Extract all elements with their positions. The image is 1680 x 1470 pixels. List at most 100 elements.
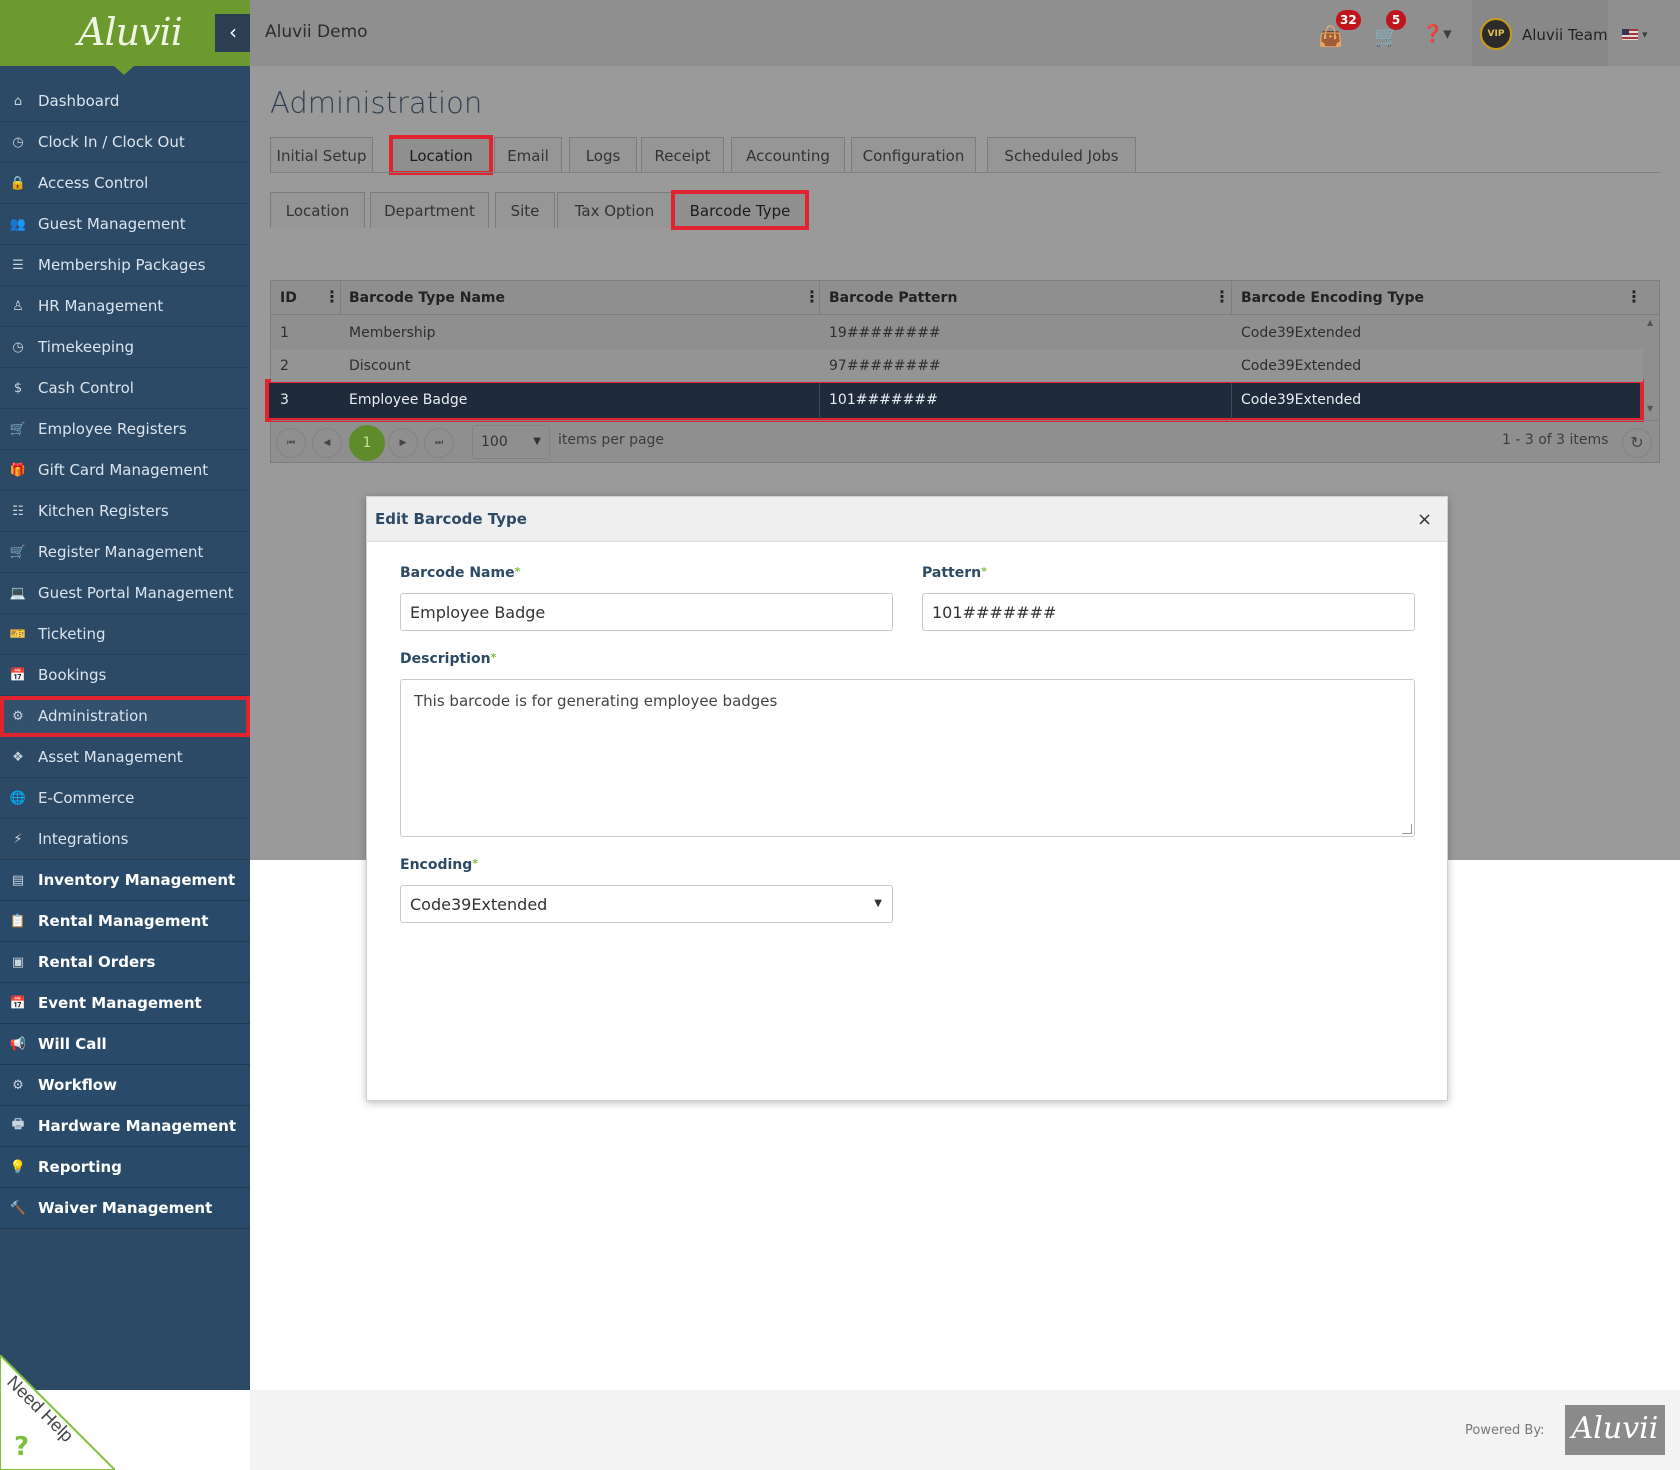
sidebar-item-timekeeping[interactable]: ◷ Timekeeping [0,327,250,368]
laptop-icon: 💻 [9,585,27,601]
column-menu-icon[interactable]: ⋮ [804,287,820,306]
sidebar-item-label: Access Control [38,174,149,192]
tab-email[interactable]: Email [494,137,562,173]
sidebar-item-reporting[interactable]: 💡 Reporting [0,1147,250,1188]
help-icon[interactable]: ❓▾ [1422,24,1452,44]
subtab-tax-option[interactable]: Tax Option [557,192,672,228]
list-ul-icon: ☷ [12,503,24,519]
gift-icon: 🎁 [9,462,27,478]
column-divider[interactable] [1231,281,1232,315]
scroll-down-icon[interactable]: ▼ [1647,404,1653,413]
sidebar-item-cash-control[interactable]: $ Cash Control [0,368,250,409]
sidebar-item-integrations[interactable]: ⚡ Integrations [0,819,250,860]
last-page-icon[interactable]: ⏭ [424,428,454,458]
sidebar-item-guest-management[interactable]: 👥 Guest Management [0,204,250,245]
table-cell[interactable]: 3 [280,385,340,415]
column-menu-icon[interactable]: ⋮ [1214,287,1230,306]
first-page-icon[interactable]: ⏮ [276,428,306,458]
column-header[interactable]: Barcode Pattern [829,284,1229,312]
sidebar-item-administration[interactable]: ⚙ Administration [0,696,250,737]
sidebar-item-event-management[interactable]: 📅 Event Management [0,983,250,1024]
modal-header: Edit Barcode Type × [367,497,1447,542]
column-divider[interactable] [340,281,341,315]
pattern-input[interactable]: 101####### [922,593,1415,631]
subtab-department[interactable]: Department [370,192,489,228]
sidebar-item-rental-orders[interactable]: ▣ Rental Orders [0,942,250,983]
sidebar-item-hardware-management[interactable]: 🖶 Hardware Management [0,1106,250,1147]
table-cell[interactable]: Code39Extended [1241,351,1621,381]
sidebar-item-hr-management[interactable]: ♙ HR Management [0,286,250,327]
sidebar-item-label: HR Management [38,297,164,315]
sidebar-item-workflow[interactable]: ⚙ Workflow [0,1065,250,1106]
us-flag-icon[interactable] [1622,29,1638,40]
table-cell[interactable]: Code39Extended [1241,318,1621,348]
table-cell[interactable]: Employee Badge [349,385,819,415]
sidebar-item-membership-packages[interactable]: ☰ Membership Packages [0,245,250,286]
sidebar-item-e-commerce[interactable]: 🌐 E-Commerce [0,778,250,819]
sidebar-item-gift-card-management[interactable]: 🎁 Gift Card Management [0,450,250,491]
column-menu-icon[interactable]: ⋮ [324,287,340,306]
table-cell[interactable]: Membership [349,318,819,348]
sidebar-item-employee-registers[interactable]: 🛒 Employee Registers [0,409,250,450]
prev-page-icon[interactable]: ◀ [312,428,342,458]
sidebar-item-rental-management[interactable]: 📋 Rental Management [0,901,250,942]
page-size-select[interactable]: 100 ▼ [472,425,550,459]
close-icon[interactable]: × [1417,509,1432,530]
table-cell[interactable]: 19######## [829,318,1229,348]
aluvii-logo[interactable]: Aluvii [78,10,183,54]
sidebar-item-register-management[interactable]: 🛒 Register Management [0,532,250,573]
subtab-site[interactable]: Site [495,192,555,228]
sidebar-item-clock-in-clock-out[interactable]: ◷ Clock In / Clock Out [0,122,250,163]
sidebar-item-label: Integrations [38,830,129,848]
refresh-icon[interactable]: ↻ [1622,428,1652,458]
scroll-up-icon[interactable]: ▲ [1647,318,1653,327]
tab-initial-setup[interactable]: Initial Setup [270,137,373,173]
tab-location[interactable]: Location [389,135,493,175]
sidebar-item-ticketing[interactable]: 🎫 Ticketing [0,614,250,655]
sidebar-item-kitchen-registers[interactable]: ☷ Kitchen Registers [0,491,250,532]
sidebar-collapse-button[interactable]: ‹ [215,14,251,52]
description-textarea[interactable]: This barcode is for generating employee … [400,679,1415,837]
subtab-location[interactable]: Location [270,192,365,228]
barcode-name-input[interactable]: Employee Badge [400,593,893,631]
table-cell[interactable]: 101####### [829,385,1229,415]
sidebar-item-guest-portal-management[interactable]: 💻 Guest Portal Management [0,573,250,614]
column-header[interactable]: Barcode Encoding Type [1241,284,1621,312]
tab-scheduled-jobs[interactable]: Scheduled Jobs [987,137,1136,173]
table-cell[interactable]: Code39Extended [1241,385,1621,415]
table-cell[interactable]: 97######## [829,351,1229,381]
sidebar-item-label: Rental Orders [38,953,156,971]
chevron-down-icon[interactable]: ▾ [1642,28,1648,41]
sidebar-item-will-call[interactable]: 📢 Will Call [0,1024,250,1065]
tab-logs[interactable]: Logs [569,137,637,173]
sidebar-item-bookings[interactable]: 📅 Bookings [0,655,250,696]
sidebar-item-asset-management[interactable]: ❖ Asset Management [0,737,250,778]
sidebar-item-label: Guest Management [38,215,186,233]
edit-barcode-type-modal: Edit Barcode Type × Barcode Name* Employ… [366,496,1448,1101]
user-name[interactable]: Aluvii Team [1522,26,1608,44]
sidebar-item-waiver-management[interactable]: 🔨 Waiver Management [0,1188,250,1229]
subtab-barcode-type[interactable]: Barcode Type [671,190,809,230]
sidebar-item-label: Bookings [38,666,107,684]
table-cell[interactable]: 2 [280,351,340,381]
sidebar-item-access-control[interactable]: 🔒 Access Control [0,163,250,204]
encoding-select[interactable]: Code39Extended ▼ [400,885,893,923]
tab-accounting[interactable]: Accounting [731,137,845,173]
cart-icon: 🛒 [9,421,27,437]
tab-configuration[interactable]: Configuration [851,137,976,173]
avatar[interactable]: VIP [1480,18,1512,50]
table-cell[interactable]: 1 [280,318,340,348]
next-page-icon[interactable]: ▶ [388,428,418,458]
tab-receipt[interactable]: Receipt [641,137,724,173]
logo-bar: Aluvii [0,0,250,66]
column-header[interactable]: Barcode Type Name [349,284,819,312]
resize-handle[interactable] [1402,824,1412,834]
column-menu-icon[interactable]: ⋮ [1626,287,1642,306]
need-help-ribbon[interactable]: Need Help ? [0,1355,115,1470]
sidebar-item-dashboard[interactable]: ⌂ Dashboard [0,81,250,122]
items-per-page-label: items per page [558,432,665,448]
sidebar-item-label: Waiver Management [38,1199,213,1217]
current-page-button[interactable]: 1 [349,425,385,461]
sidebar-item-inventory-management[interactable]: ▤ Inventory Management [0,860,250,901]
table-cell[interactable]: Discount [349,351,819,381]
